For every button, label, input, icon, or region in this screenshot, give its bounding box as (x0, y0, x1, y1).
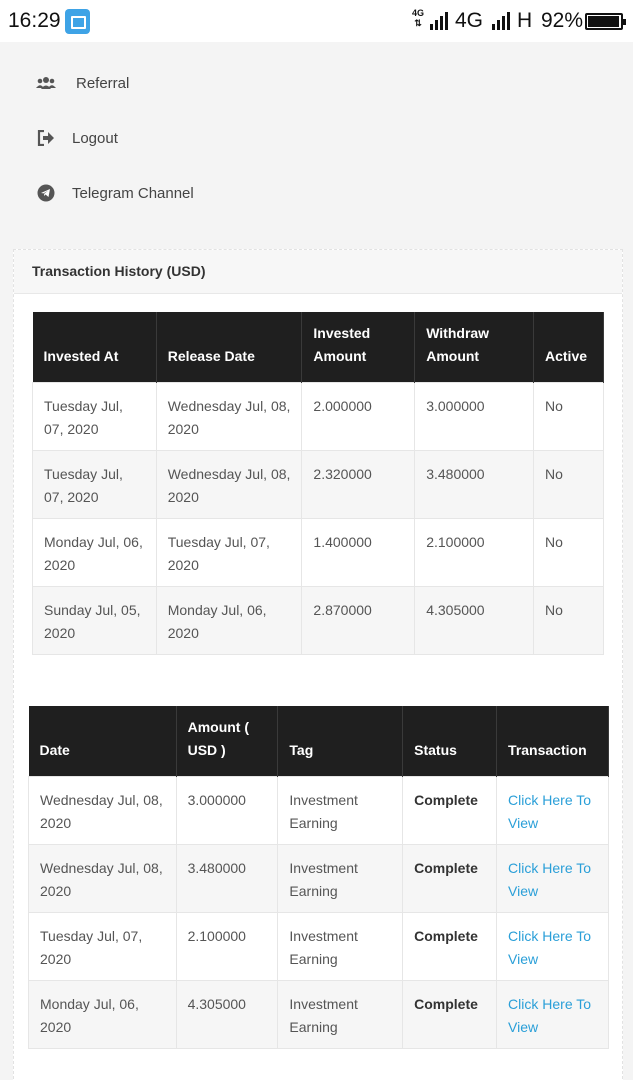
battery-percent: 92% (541, 9, 584, 32)
view-transaction-link[interactable]: Click Here To View (508, 928, 591, 967)
panel-header: Transaction History (USD) (14, 250, 622, 294)
cell-active: No (533, 585, 604, 655)
table-header-row: Date Amount ( USD ) Tag Status Transacti… (28, 706, 609, 776)
cell-tag: Investment Earning (277, 843, 404, 913)
view-transaction-link[interactable]: Click Here To View (508, 860, 591, 899)
view-transaction-link[interactable]: Click Here To View (508, 996, 591, 1035)
cell-invested-at: Tuesday Jul, 07, 2020 (32, 449, 157, 519)
cell-transaction: Click Here To View (496, 843, 609, 913)
cell-date: Wednesday Jul, 08, 2020 (28, 843, 177, 913)
cell-release-date: Monday Jul, 06, 2020 (155, 585, 303, 655)
col-withdraw-amount: Withdraw Amount (414, 312, 534, 382)
cell-transaction: Click Here To View (496, 775, 609, 845)
cell-status: Complete (402, 775, 498, 845)
cell-amount: 3.000000 (175, 775, 279, 845)
signal-strength-2-icon (492, 12, 510, 30)
cell-invested-at: Tuesday Jul, 07, 2020 (32, 381, 157, 451)
transaction-history-panel: Transaction History (USD) Invested At Re… (13, 249, 623, 1080)
col-invested-amount: Invested Amount (301, 312, 416, 382)
telegram-icon (36, 184, 56, 202)
cell-amount: 2.100000 (175, 911, 279, 981)
table-row: Monday Jul, 06, 2020 Tuesday Jul, 07, 20… (32, 517, 604, 587)
menu-label: Referral (76, 74, 130, 92)
view-transaction-link[interactable]: Click Here To View (508, 792, 591, 831)
cell-invested-amount: 1.400000 (301, 517, 416, 587)
table-row: Sunday Jul, 05, 2020 Monday Jul, 06, 202… (32, 585, 604, 655)
cell-withdraw-amount: 3.000000 (414, 381, 534, 451)
cell-release-date: Tuesday Jul, 07, 2020 (155, 517, 303, 587)
col-active: Active (533, 312, 604, 382)
table-header-row: Invested At Release Date Invested Amount… (32, 312, 604, 382)
cell-tag: Investment Earning (277, 911, 404, 981)
cell-date: Tuesday Jul, 07, 2020 (28, 911, 177, 981)
cell-invested-amount: 2.870000 (301, 585, 416, 655)
cell-status: Complete (402, 843, 498, 913)
network-type-label: 4G (455, 9, 484, 32)
col-status: Status (402, 706, 498, 776)
cell-date: Monday Jul, 06, 2020 (28, 979, 177, 1049)
table-row: Tuesday Jul, 07, 2020 Wednesday Jul, 08,… (32, 381, 604, 451)
table-row: Tuesday Jul, 07, 2020 Wednesday Jul, 08,… (32, 449, 604, 519)
menu-item-telegram[interactable]: Telegram Channel (36, 184, 194, 202)
cell-invested-at: Monday Jul, 06, 2020 (32, 517, 157, 587)
cell-tag: Investment Earning (277, 979, 404, 1049)
table-row: Wednesday Jul, 08, 2020 3.480000 Investm… (28, 843, 609, 913)
table-row: Tuesday Jul, 07, 2020 2.100000 Investmen… (28, 911, 609, 981)
logout-icon (36, 129, 56, 147)
network-type-2-label: H (517, 9, 533, 32)
cell-amount: 4.305000 (175, 979, 279, 1049)
menu-item-logout[interactable]: Logout (36, 129, 118, 147)
investments-table: Invested At Release Date Invested Amount… (32, 312, 604, 655)
table-row: Wednesday Jul, 08, 2020 3.000000 Investm… (28, 775, 609, 845)
cell-invested-at: Sunday Jul, 05, 2020 (32, 585, 157, 655)
screenshot-notification-icon (65, 9, 90, 34)
status-bar: 16:29 4G ⇅ 4G H 92% (0, 0, 633, 42)
table-row: Monday Jul, 06, 2020 4.305000 Investment… (28, 979, 609, 1049)
col-date: Date (28, 706, 177, 776)
signal-strength-icon (430, 12, 448, 30)
cell-release-date: Wednesday Jul, 08, 2020 (155, 381, 303, 451)
col-amount: Amount ( USD ) (176, 706, 279, 776)
users-icon (36, 74, 56, 92)
panel-title: Transaction History (USD) (32, 263, 206, 279)
cell-status: Complete (402, 911, 498, 981)
cell-tag: Investment Earning (277, 775, 404, 845)
cell-date: Wednesday Jul, 08, 2020 (28, 775, 177, 845)
cell-invested-amount: 2.000000 (301, 381, 416, 451)
network-4g-small-icon: 4G ⇅ (412, 8, 425, 28)
menu-label: Logout (72, 129, 118, 147)
cell-active: No (533, 517, 604, 587)
cell-status: Complete (402, 979, 498, 1049)
col-transaction: Transaction (496, 706, 609, 776)
cell-withdraw-amount: 4.305000 (414, 585, 534, 655)
menu-label: Telegram Channel (72, 184, 194, 202)
cell-invested-amount: 2.320000 (301, 449, 416, 519)
status-time: 16:29 (8, 9, 61, 32)
cell-amount: 3.480000 (175, 843, 279, 913)
col-release-date: Release Date (156, 312, 303, 382)
col-tag: Tag (277, 706, 404, 776)
menu-item-referral[interactable]: Referral (36, 74, 129, 92)
col-invested-at: Invested At (32, 312, 157, 382)
cell-release-date: Wednesday Jul, 08, 2020 (155, 449, 303, 519)
transactions-table: Date Amount ( USD ) Tag Status Transacti… (28, 706, 609, 1049)
cell-active: No (533, 381, 604, 451)
cell-withdraw-amount: 2.100000 (414, 517, 534, 587)
cell-active: No (533, 449, 604, 519)
cell-withdraw-amount: 3.480000 (414, 449, 534, 519)
cell-transaction: Click Here To View (496, 911, 609, 981)
battery-icon (585, 13, 626, 30)
cell-transaction: Click Here To View (496, 979, 609, 1049)
